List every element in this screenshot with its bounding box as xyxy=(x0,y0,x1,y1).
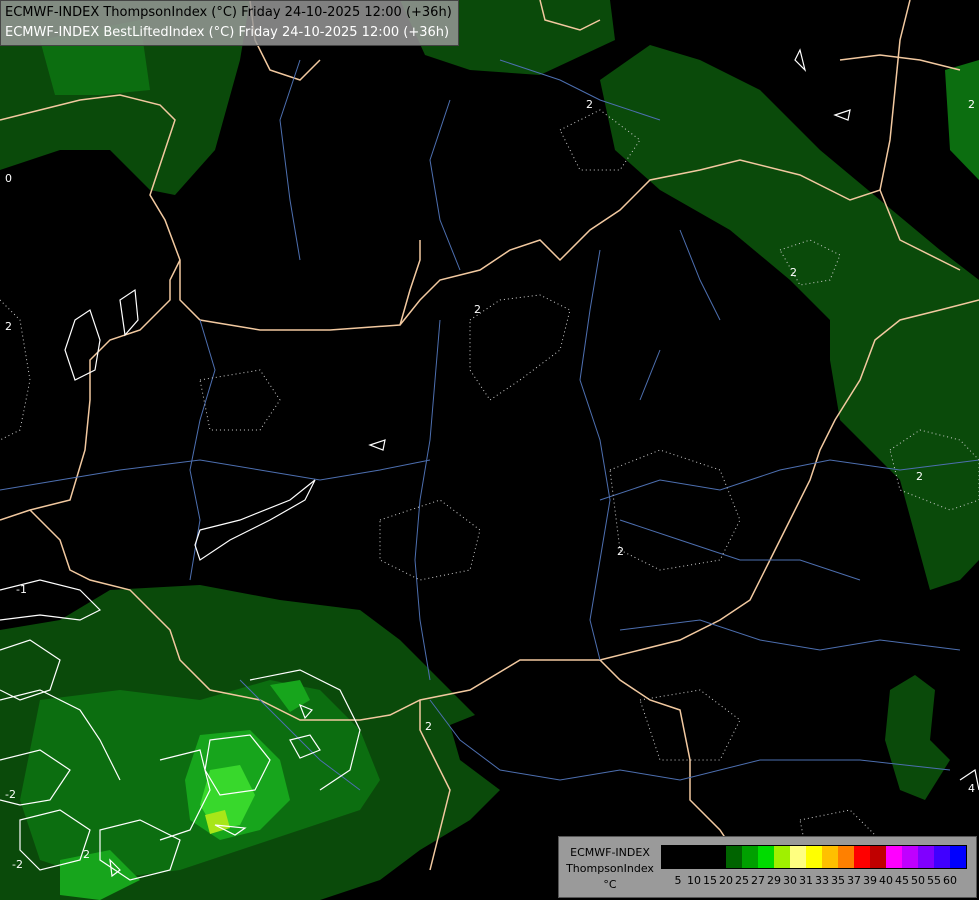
legend-swatch xyxy=(774,846,790,868)
weather-map: 2 0 2 2 2 2 2 -1 -2 2 -2 2 4 2 ECMWF-IND… xyxy=(0,0,979,900)
legend-swatch xyxy=(790,846,806,868)
legend-swatch xyxy=(806,846,822,868)
fill-area-southeast xyxy=(885,675,950,800)
contour-label: 2 xyxy=(425,720,432,733)
contour-label: 2 xyxy=(474,303,481,316)
contour-label: 0 xyxy=(5,172,12,185)
legend-tick-label: 35 xyxy=(831,874,845,887)
contour-label: 2 xyxy=(617,545,624,558)
contour-label: -2 xyxy=(12,858,23,871)
legend-tick-label: 55 xyxy=(927,874,941,887)
legend-parameter-label: ThompsonIndex xyxy=(566,862,654,875)
legend-swatch xyxy=(678,846,694,868)
legend-swatch xyxy=(838,846,854,868)
legend-swatch xyxy=(918,846,934,868)
legend-color-scale xyxy=(661,845,967,869)
legend-tick-label: 31 xyxy=(799,874,813,887)
legend-swatch xyxy=(694,846,710,868)
contour-label: 2 xyxy=(790,266,797,279)
legend-tick-label: 50 xyxy=(911,874,925,887)
map-title-thompson: ECMWF-INDEX ThompsonIndex (°C) Friday 24… xyxy=(5,5,452,20)
legend-tick-label: 29 xyxy=(767,874,781,887)
legend-swatch xyxy=(934,846,950,868)
legend-tick-label: 25 xyxy=(735,874,749,887)
legend-unit-label: °C xyxy=(603,878,617,891)
legend-tick-label: 39 xyxy=(863,874,877,887)
legend-model-label: ECMWF-INDEX xyxy=(570,846,650,859)
legend-swatch xyxy=(886,846,902,868)
contour-label: 2 xyxy=(916,470,923,483)
legend-tick-label: 37 xyxy=(847,874,861,887)
contour-label: 2 xyxy=(83,848,90,861)
legend-swatch xyxy=(870,846,886,868)
fill-area-northeast xyxy=(600,45,979,590)
legend-tick-label: 60 xyxy=(943,874,957,887)
contour-label: 4 xyxy=(968,782,975,795)
legend-tick-label: 40 xyxy=(879,874,893,887)
map-title-bestlifted: ECMWF-INDEX BestLiftedIndex (°C) Friday … xyxy=(5,25,450,40)
map-canvas xyxy=(0,0,979,900)
legend-tick-label: 5 xyxy=(674,874,682,887)
legend-swatch xyxy=(902,846,918,868)
fill-area-far-northeast xyxy=(945,60,979,180)
legend-tick-label: 30 xyxy=(783,874,797,887)
legend-swatch xyxy=(950,846,966,868)
legend-tick-label: 10 xyxy=(687,874,701,887)
legend-tick-label: 27 xyxy=(751,874,765,887)
legend-tick-label: 45 xyxy=(895,874,909,887)
legend-swatch xyxy=(710,846,726,868)
contour-label: 2 xyxy=(586,98,593,111)
legend-tick-label: 15 xyxy=(703,874,717,887)
contour-label: 2 xyxy=(5,320,12,333)
legend-tick-label: 33 xyxy=(815,874,829,887)
index-fill-layer xyxy=(0,0,979,900)
legend-tick-labels: 5 10 15 20 25 27 29 30 31 33 35 37 39 40 45 50 55 60 xyxy=(661,874,979,888)
legend-swatch xyxy=(662,846,678,868)
legend-tick-label: 20 xyxy=(719,874,733,887)
legend-swatch xyxy=(854,846,870,868)
legend-swatch xyxy=(758,846,774,868)
legend-swatch xyxy=(726,846,742,868)
contour-label: 2 xyxy=(968,98,975,111)
color-legend: ECMWF-INDEX ThompsonIndex °C 5 10 15 20 25 27… xyxy=(558,836,977,898)
contour-label: -1 xyxy=(16,583,27,596)
legend-swatch xyxy=(742,846,758,868)
map-title-box: ECMWF-INDEX ThompsonIndex (°C) Friday 24… xyxy=(0,0,459,46)
legend-swatch xyxy=(822,846,838,868)
contour-label: -2 xyxy=(5,788,16,801)
